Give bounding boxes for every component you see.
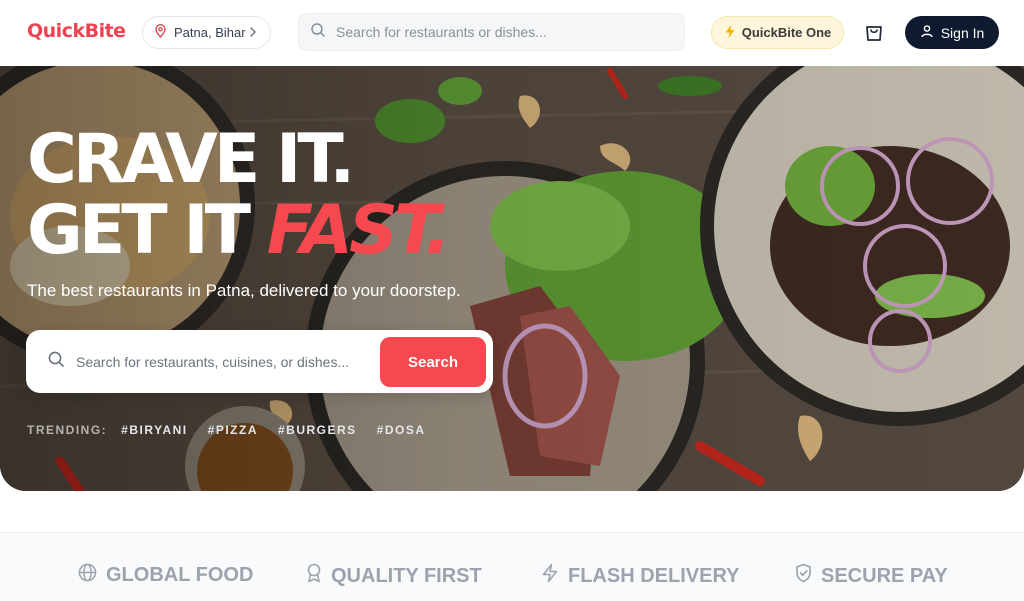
feature-secure-pay: SECURE PAY (795, 563, 948, 589)
hero-search-bar[interactable]: Search (26, 330, 493, 393)
trending-tags: TRENDING: #BIRYANI #PIZZA #BURGERS #DOSA (27, 423, 426, 437)
trending-tag-biryani[interactable]: #BIRYANI (121, 423, 187, 437)
top-nav: QuickBite Patna, Bihar QuickBite One Sig… (0, 0, 1024, 66)
feature-label: QUALITY FIRST (331, 564, 482, 587)
quickbite-one-button[interactable]: QuickBite One (711, 16, 844, 49)
feature-flash-delivery: FLASH DELIVERY (541, 563, 740, 589)
hero-headline: CRAVE IT. GET IT FAST. (27, 120, 451, 266)
hero-tagline: The best restaurants in Patna, delivered… (27, 281, 461, 300)
feature-global-food: GLOBAL FOOD (78, 563, 253, 588)
header-search-input[interactable] (336, 24, 656, 40)
hero-search-button[interactable]: Search (380, 337, 486, 387)
user-icon (920, 24, 934, 41)
chevron-right-icon (249, 26, 257, 41)
location-selector[interactable]: Patna, Bihar (142, 16, 271, 49)
sign-in-button[interactable]: Sign In (905, 16, 999, 49)
search-icon (310, 22, 326, 43)
headline-fast: FAST. (266, 191, 451, 270)
feature-label: FLASH DELIVERY (568, 564, 740, 587)
headline-get-it: GET IT (27, 191, 251, 270)
search-icon (47, 350, 65, 373)
hero-banner: CRAVE IT. GET IT FAST. The best restaura… (0, 66, 1024, 491)
shield-icon (795, 563, 812, 589)
cart-icon[interactable] (862, 20, 886, 44)
trending-label: TRENDING: (27, 423, 108, 437)
quickbite-one-label: QuickBite One (741, 25, 832, 40)
headline-line-1: CRAVE IT. (27, 120, 355, 199)
hero-search-input[interactable] (76, 353, 361, 370)
location-label: Patna, Bihar (174, 25, 246, 40)
trending-tag-dosa[interactable]: #DOSA (377, 423, 426, 437)
globe-icon (78, 563, 97, 588)
trending-tag-burgers[interactable]: #BURGERS (278, 423, 357, 437)
map-pin-icon (154, 24, 167, 41)
lightning-icon (724, 24, 736, 42)
feature-quality-first: QUALITY FIRST (306, 563, 482, 589)
header-search[interactable] (298, 13, 685, 51)
trending-tag-pizza[interactable]: #PIZZA (208, 423, 258, 437)
sign-in-label: Sign In (940, 24, 985, 41)
headline-line-2: GET IT FAST. (27, 195, 451, 266)
lightning-icon (541, 563, 559, 589)
logo[interactable]: QuickBite (27, 20, 126, 42)
award-icon (306, 563, 322, 589)
features-strip: GLOBAL FOOD QUALITY FIRST FLASH DELIVERY… (0, 532, 1024, 601)
feature-label: GLOBAL FOOD (106, 564, 254, 586)
feature-label: SECURE PAY (821, 564, 948, 587)
